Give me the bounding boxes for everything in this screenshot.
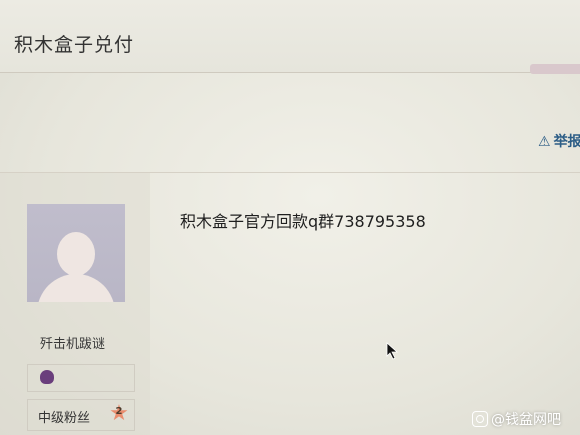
avatar[interactable] xyxy=(27,204,125,302)
fan-badge-number: 2 xyxy=(115,406,123,417)
report-link[interactable]: ⚠ 举报 xyxy=(538,131,580,151)
watermark: @钱盆网吧 xyxy=(472,409,561,429)
avatar-head xyxy=(57,232,95,276)
watermark-logo-icon xyxy=(472,411,488,427)
post-content: 积木盒子官方回款q群738795358 xyxy=(180,212,426,231)
username-link[interactable]: 歼击机跋谜 xyxy=(40,333,105,352)
fan-level-label: 中级粉丝 xyxy=(38,411,91,426)
report-label: 举报 xyxy=(553,134,580,150)
warning-icon: ⚠ xyxy=(538,134,551,150)
page-title: 积木盒子兑付 xyxy=(14,34,135,56)
top-tab[interactable] xyxy=(530,64,580,74)
fan-level-row[interactable]: 中级粉丝 ★ 2 xyxy=(27,399,135,431)
top-bar: 积木盒子兑付 xyxy=(0,0,580,74)
mouse-cursor-icon xyxy=(386,342,399,360)
level-badge-row xyxy=(27,364,135,392)
watermark-text: @钱盆网吧 xyxy=(491,412,561,428)
avatar-body xyxy=(37,274,115,302)
level-icon[interactable] xyxy=(40,370,54,384)
